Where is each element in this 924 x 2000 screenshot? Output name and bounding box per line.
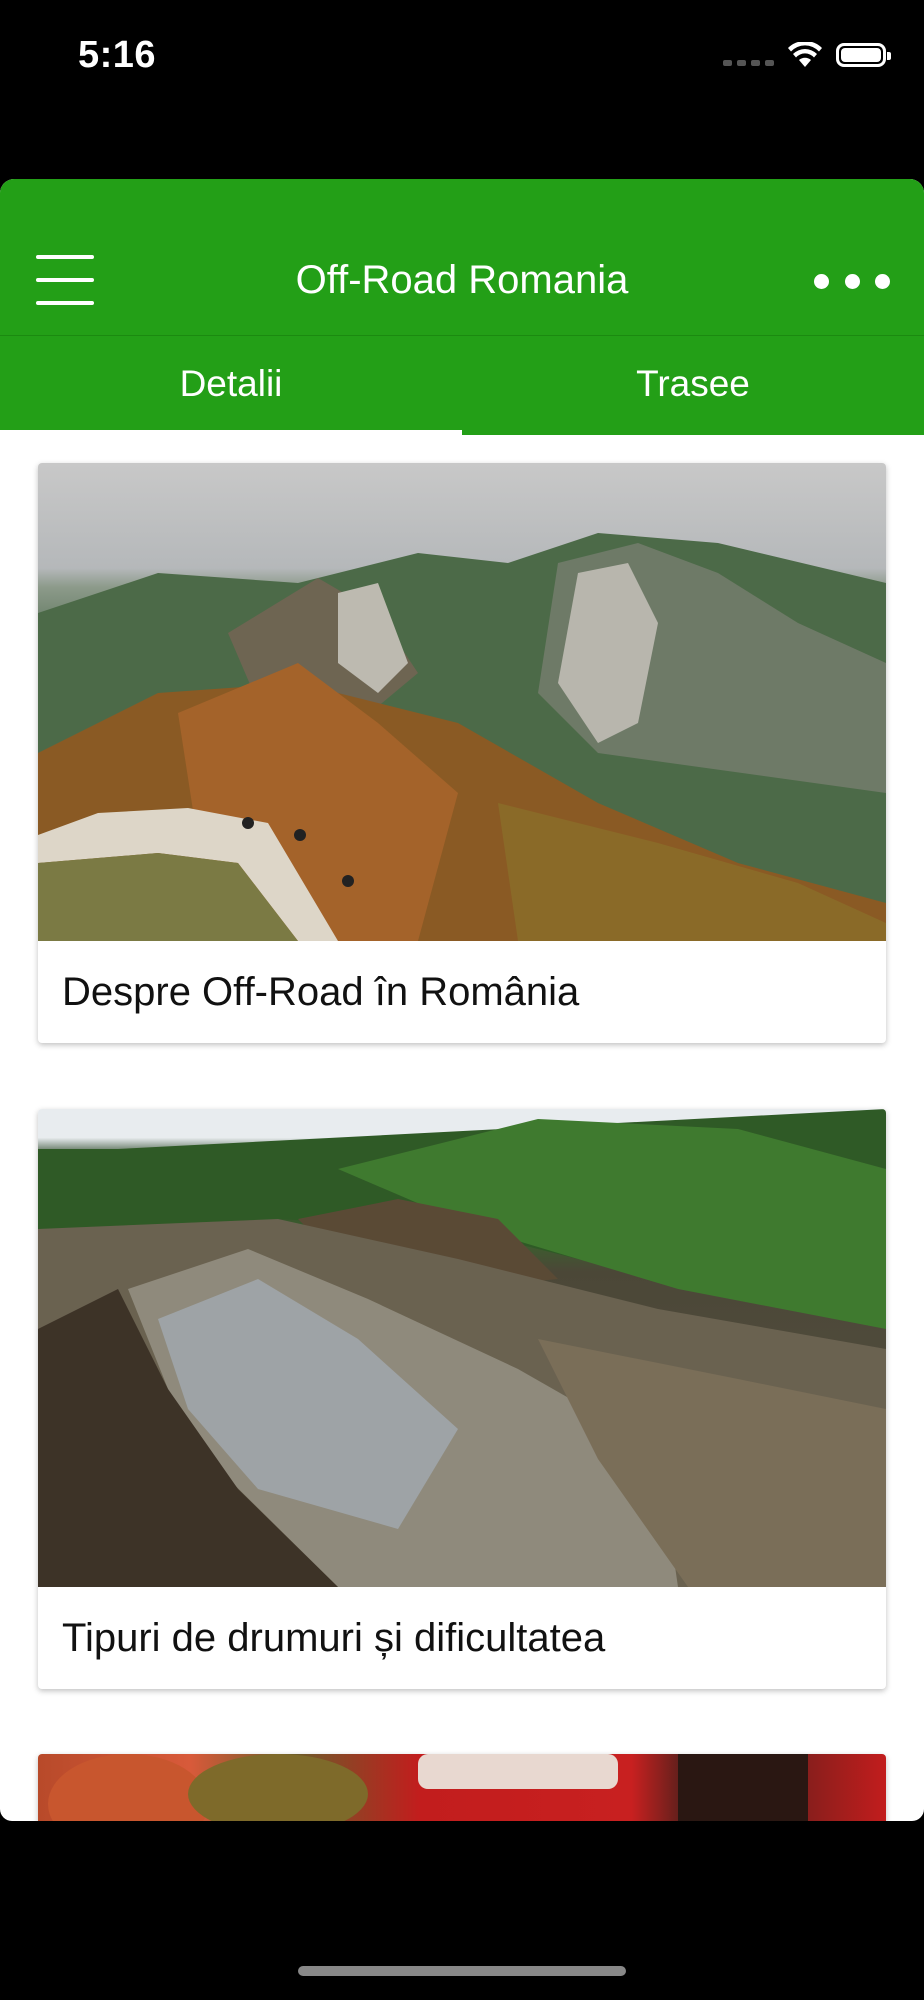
more-options-icon[interactable] xyxy=(814,269,890,293)
article-card[interactable]: Despre Off-Road în România xyxy=(38,463,886,1043)
muddy-forest-road-photo xyxy=(38,1109,886,1587)
status-bar: 5:16 xyxy=(0,0,924,179)
tab-bar: Detalii Trasee xyxy=(0,336,924,435)
article-card[interactable]: Tipuri de drumuri și dificultatea xyxy=(38,1109,886,1689)
battery-icon xyxy=(836,43,891,67)
app-title: Off-Road Romania xyxy=(295,258,629,302)
home-indicator[interactable] xyxy=(298,1966,626,1976)
hamburger-menu-icon[interactable] xyxy=(36,255,94,305)
app-header: Off-Road Romania xyxy=(0,179,924,335)
tab-active-indicator xyxy=(0,430,462,435)
status-icons xyxy=(723,42,891,68)
mountain-road-photo xyxy=(38,463,886,941)
tab-detalii[interactable]: Detalii xyxy=(0,336,462,435)
status-time: 5:16 xyxy=(78,34,157,76)
tab-trasee[interactable]: Trasee xyxy=(462,336,924,435)
card-title: Despre Off-Road în România xyxy=(62,969,580,1014)
card-title: Tipuri de drumuri și dificultatea xyxy=(62,1615,606,1660)
tab-label: Detalii xyxy=(179,363,283,404)
tab-label: Trasee xyxy=(636,363,750,404)
article-card[interactable] xyxy=(38,1754,886,1821)
wifi-icon xyxy=(788,42,822,67)
app-window: Off-Road Romania Detalii Trasee Despre O… xyxy=(0,179,924,1821)
food-photo xyxy=(38,1754,886,1821)
signal-icon xyxy=(723,44,774,66)
